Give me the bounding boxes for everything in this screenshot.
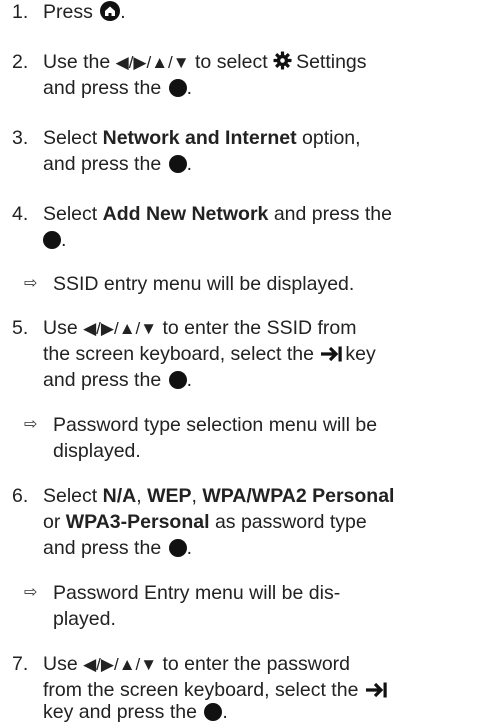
result-arrow-icon: ⇨ (24, 416, 38, 433)
password-option: N/A (102, 485, 137, 507)
step-number: 4. (12, 203, 29, 225)
password-option: WEP (147, 485, 192, 507)
tab-key-icon (320, 345, 344, 369)
navigation-arrows: ◀/▶/▲/▼ (83, 655, 158, 674)
tab-key-icon (365, 681, 389, 705)
step-number: 7. (12, 653, 29, 675)
ok-button-icon (168, 539, 187, 557)
ok-button-icon (168, 79, 187, 97)
navigation-arrows: ◀/▶/▲/▼ (83, 319, 158, 338)
home-button-icon (100, 1, 121, 21)
step-number: 3. (12, 127, 29, 149)
result-arrow-icon: ⇨ (24, 584, 38, 601)
step-number: 2. (12, 51, 29, 73)
navigation-arrows: ◀/▶/▲/▼ (115, 53, 190, 72)
ok-button-icon (204, 703, 223, 721)
ok-button-icon (168, 155, 187, 173)
password-option: WPA3-Personal (65, 511, 210, 533)
step-number: 6. (12, 485, 29, 507)
ok-button-icon (43, 231, 61, 249)
result-arrow-icon: ⇨ (24, 275, 38, 292)
menu-option: Add New Network (102, 203, 269, 225)
menu-option: Network and Internet (102, 127, 297, 149)
password-option: WPA/WPA2 Personal (202, 485, 395, 507)
step-number: 1. (12, 1, 29, 23)
gear-icon (273, 51, 292, 76)
ok-button-icon (168, 371, 187, 389)
step-number: 5. (12, 317, 29, 339)
